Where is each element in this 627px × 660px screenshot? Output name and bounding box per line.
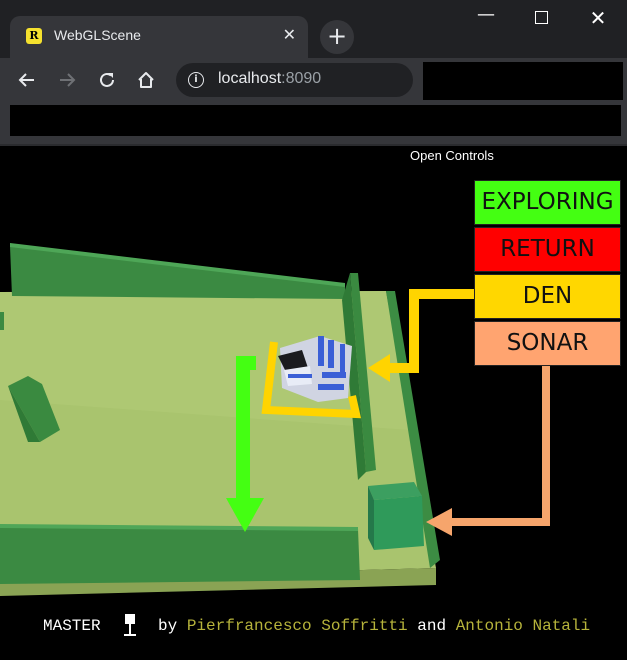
extensions-area: [423, 62, 623, 100]
minimize-window-button[interactable]: —: [466, 6, 506, 30]
home-button[interactable]: [132, 66, 160, 94]
forward-button[interactable]: [53, 66, 81, 94]
footer: MASTER by Pierfrancesco Soffritti and An…: [0, 600, 627, 660]
favicon-icon: R: [26, 28, 42, 44]
master-label: MASTER: [43, 617, 101, 635]
reload-button[interactable]: [93, 66, 121, 94]
and-text: and: [417, 617, 447, 635]
tab-bar: R WebGLScene ✕ + — ✕: [0, 0, 627, 58]
left-edge-block: [0, 312, 4, 330]
url-port: :8090: [281, 70, 322, 87]
address-bar[interactable]: i localhost:8090 ☆: [176, 63, 572, 97]
forward-arrow-icon: [60, 73, 76, 87]
open-controls-button[interactable]: Open Controls: [410, 148, 494, 163]
reload-icon: [100, 72, 114, 87]
new-tab-button[interactable]: +: [320, 20, 354, 54]
back-button[interactable]: [13, 66, 41, 94]
browser-toolbar: i localhost:8090 ☆: [0, 58, 627, 104]
back-arrow-icon: [18, 73, 34, 87]
state-legend: EXPLORING RETURN DEN SONAR: [474, 180, 621, 368]
home-icon: [138, 72, 154, 88]
credits: by Pierfrancesco Soffritti and Antonio N…: [158, 617, 590, 635]
legend-den: DEN: [474, 274, 621, 319]
author-2: Antonio Natali: [455, 617, 591, 635]
front-wall: [0, 526, 360, 584]
author-1: Pierfrancesco Soffritti: [186, 617, 408, 635]
legend-sonar: SONAR: [474, 321, 621, 366]
legend-return: RETURN: [474, 227, 621, 272]
site-info-icon[interactable]: i: [188, 72, 204, 88]
legend-exploring: EXPLORING: [474, 180, 621, 225]
lamp-icon: [124, 614, 136, 636]
back-wall: [10, 246, 345, 299]
url-text[interactable]: localhost:8090: [218, 70, 321, 88]
bookmarks-bar: [0, 104, 627, 144]
tab-title: WebGLScene: [54, 27, 141, 43]
maximize-window-button[interactable]: [521, 6, 561, 30]
close-window-button[interactable]: ✕: [578, 6, 618, 30]
obstacle-cube: [374, 496, 424, 550]
by-text: by: [158, 617, 178, 635]
maximize-icon: [534, 11, 548, 24]
tab-close-icon[interactable]: ✕: [283, 25, 296, 45]
url-host: localhost: [218, 70, 282, 87]
sonar-arrow: [426, 360, 550, 536]
browser-tab[interactable]: R WebGLScene ✕: [10, 16, 308, 58]
bookmarks-bar-content: [10, 105, 621, 136]
